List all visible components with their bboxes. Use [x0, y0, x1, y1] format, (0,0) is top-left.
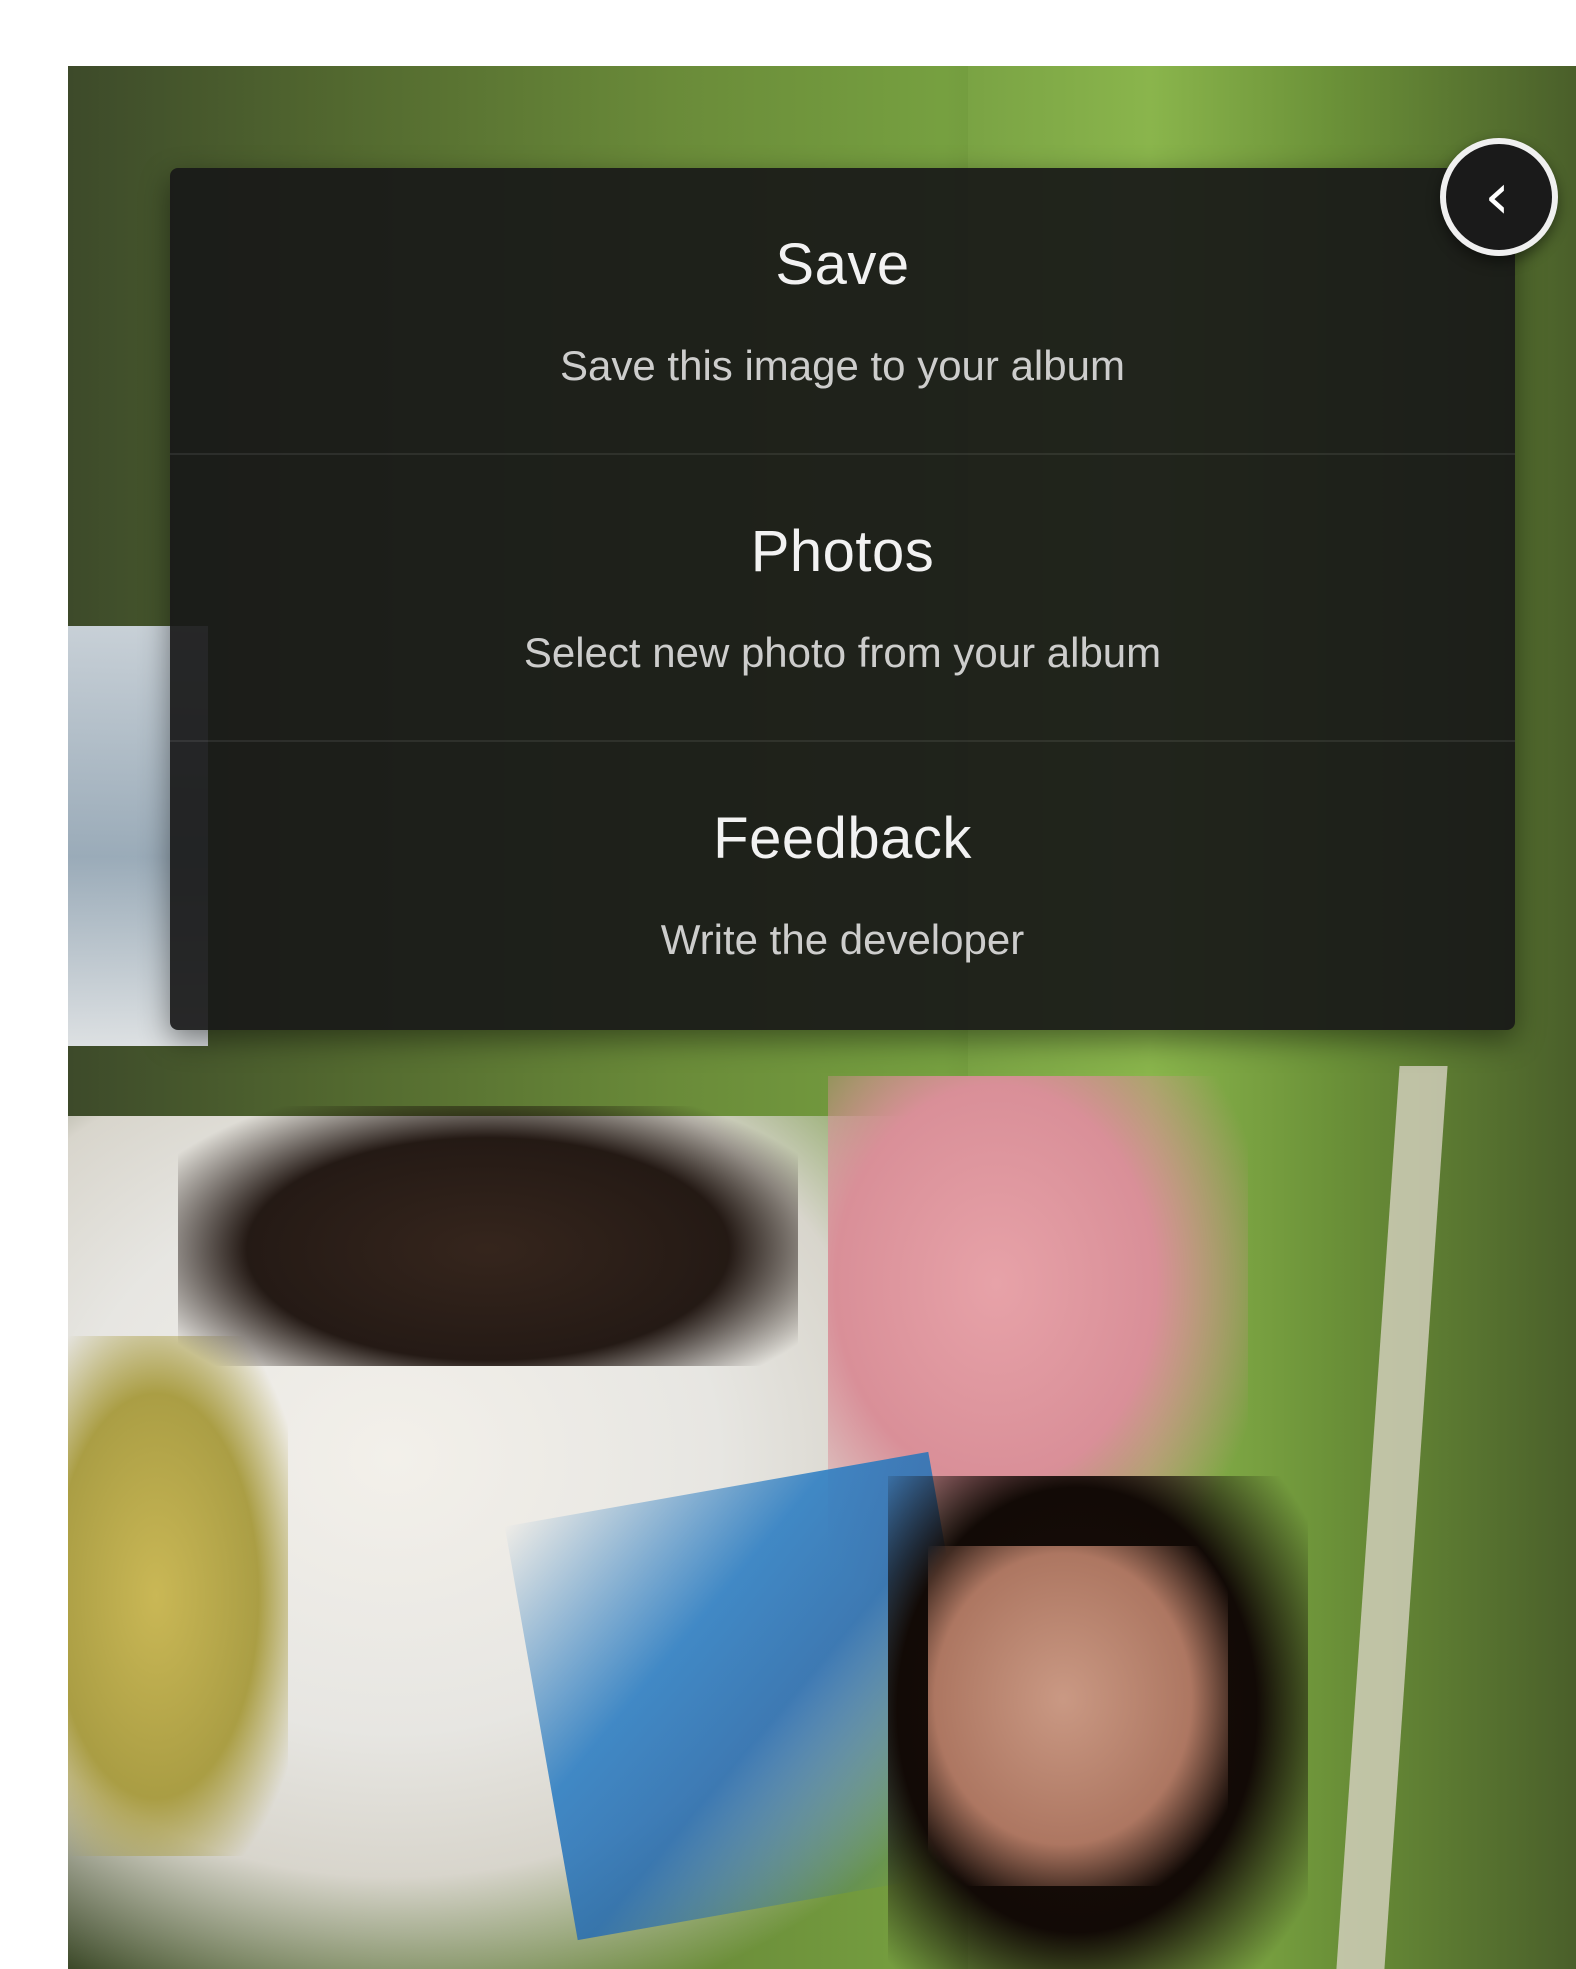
back-chevron-icon: ‹	[1484, 160, 1510, 234]
menu-item-subtitle: Save this image to your album	[560, 341, 1125, 389]
menu-item-title: Photos	[750, 518, 935, 584]
back-button[interactable]: ‹	[1440, 138, 1558, 256]
menu-item-title: Save	[775, 231, 910, 297]
menu-item-save[interactable]: Save Save this image to your album	[170, 168, 1515, 453]
options-popover: Save Save this image to your album Photo…	[170, 168, 1515, 1030]
hair-left	[178, 1106, 798, 1366]
menu-item-feedback[interactable]: Feedback Write the developer	[170, 742, 1515, 1027]
screen: Save Save this image to your album Photo…	[0, 0, 1576, 1969]
menu-item-photos[interactable]: Photos Select new photo from your album	[170, 455, 1515, 740]
face	[928, 1546, 1228, 1886]
menu-item-title: Feedback	[713, 805, 972, 871]
yellow-patch	[68, 1336, 288, 1856]
menu-item-subtitle: Select new photo from your album	[523, 628, 1162, 676]
menu-item-subtitle: Write the developer	[660, 915, 1025, 963]
